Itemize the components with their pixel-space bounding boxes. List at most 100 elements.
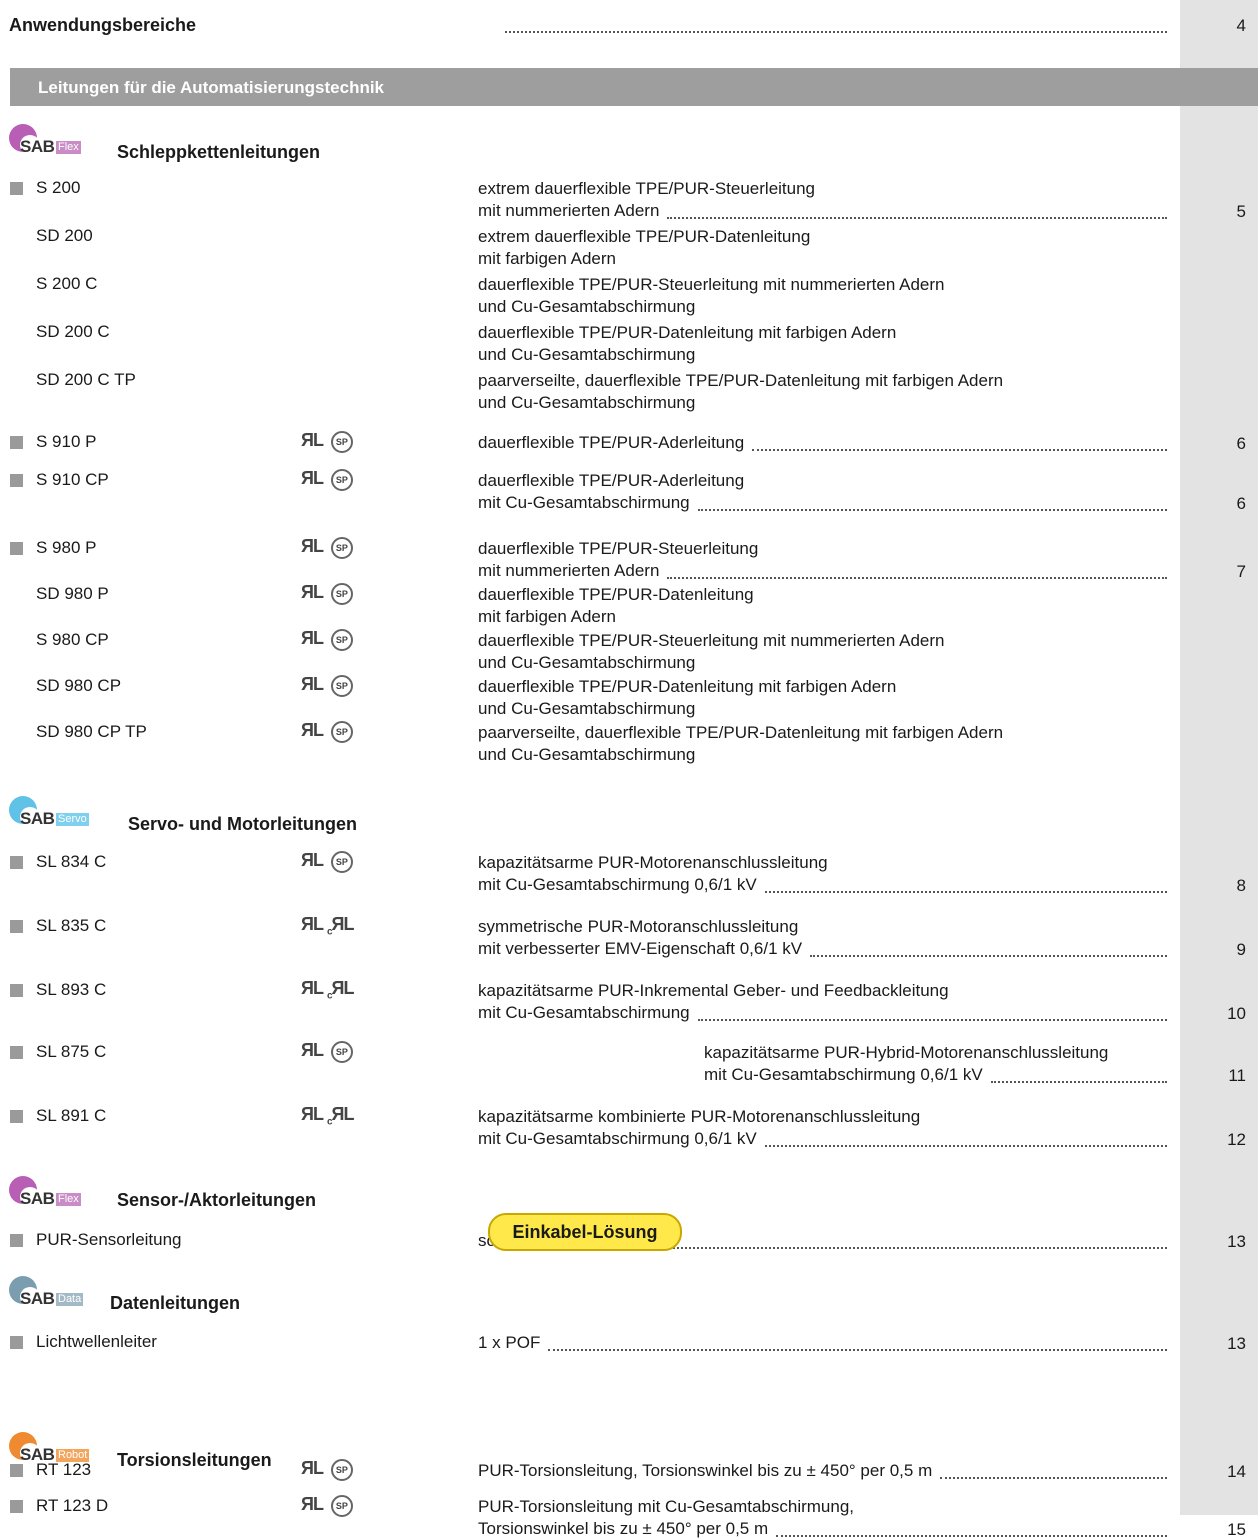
logo-text: SAB: [20, 809, 55, 828]
csa-mark-icon: SP: [330, 1459, 353, 1481]
toc-dot-leader: [752, 449, 1167, 451]
description-line: mit verbesserter EMV-Eigenschaft 0,6/1 k…: [478, 939, 803, 958]
certification-marks: ЯL SP: [301, 1458, 353, 1481]
product-code[interactable]: SD 980 CP: [36, 676, 121, 696]
page-number[interactable]: 11: [1182, 1066, 1246, 1086]
toc-dot-leader: [990, 1081, 1167, 1083]
csa-mark-icon: SP: [330, 1495, 353, 1517]
row-bullet: [10, 436, 23, 449]
toc-dot-leader: [764, 1145, 1167, 1147]
page-number[interactable]: 15: [1182, 1520, 1246, 1540]
description-line: extrem dauerflexible TPE/PUR-Steuerleitu…: [478, 179, 816, 198]
description-line: symmetrische PUR-Motoranschlussleitung: [478, 917, 799, 936]
sab-data-logo: SAB Data: [9, 1276, 119, 1310]
row-bullet: [10, 1110, 23, 1123]
ul-mark-icon: ЯL: [301, 674, 324, 694]
toc-dot-leader: [697, 1019, 1167, 1021]
csa-mark-icon: SP: [330, 851, 353, 873]
ul-mark-icon: ЯL: [301, 720, 324, 740]
description-line: mit Cu-Gesamtabschirmung 0,6/1 kV: [478, 875, 757, 894]
page-number[interactable]: 13: [1182, 1334, 1246, 1354]
product-code[interactable]: S 200 C: [36, 274, 97, 294]
description-line: und Cu-Gesamtabschirmung: [478, 297, 696, 316]
row-bullet: [10, 920, 23, 933]
certification-marks: ЯL cЯL: [301, 1104, 354, 1128]
product-code[interactable]: SL 835 C: [36, 916, 106, 936]
page-number[interactable]: 12: [1182, 1130, 1246, 1150]
page-number[interactable]: 13: [1182, 1232, 1246, 1252]
ul-mark-icon: ЯL: [301, 468, 324, 488]
logo-text: SAB: [20, 1289, 55, 1308]
page-number[interactable]: 14: [1182, 1462, 1246, 1482]
page-number[interactable]: 9: [1182, 940, 1246, 960]
page-number[interactable]: 8: [1182, 876, 1246, 896]
description-line: und Cu-Gesamtabschirmung: [478, 745, 696, 764]
ul-mark-icon: ЯL: [301, 1104, 324, 1124]
certification-marks: ЯL cЯL: [301, 978, 354, 1002]
table-of-contents: Anwendungsbereiche 4 Leitungen für die A…: [0, 0, 1258, 1539]
description-line: dauerflexible TPE/PUR-Aderleitung: [478, 433, 745, 452]
description-line: dauerflexible TPE/PUR-Steuerleitung mit …: [478, 631, 945, 650]
description-line: mit Cu-Gesamtabschirmung: [478, 493, 690, 512]
page-number[interactable]: 5: [1182, 202, 1246, 222]
product-code[interactable]: SD 200 C TP: [36, 370, 136, 390]
logo-sub: Robot: [56, 1449, 90, 1462]
row-bullet: [10, 1046, 23, 1059]
cul-mark-icon: cЯL: [326, 914, 354, 938]
csa-mark-icon: SP: [330, 431, 353, 453]
logo-text: SAB: [20, 1445, 55, 1464]
description-line: kapazitätsarme PUR-Inkremental Geber- un…: [478, 981, 949, 1000]
product-code[interactable]: SD 980 P: [36, 584, 109, 604]
description-line: mit Cu-Gesamtabschirmung: [478, 1003, 690, 1022]
toc-entry-title[interactable]: Anwendungsbereiche: [9, 14, 196, 36]
page-number[interactable]: 10: [1182, 1004, 1246, 1024]
cul-mark-icon: cЯL: [326, 978, 354, 1002]
category-title: Torsionsleitungen: [117, 1450, 272, 1470]
ul-mark-icon: ЯL: [301, 430, 324, 450]
product-code[interactable]: SL 834 C: [36, 852, 106, 872]
product-code[interactable]: S 910 CP: [36, 470, 109, 490]
row-bullet: [10, 1234, 23, 1247]
page-number[interactable]: 6: [1182, 434, 1246, 454]
page-number[interactable]: 6: [1182, 494, 1246, 514]
toc-dot-leader: [776, 1535, 1167, 1537]
ul-mark-icon: ЯL: [301, 582, 324, 602]
toc-entry-page: 4: [1236, 16, 1246, 35]
description-line: und Cu-Gesamtabschirmung: [478, 393, 696, 412]
description-line: extrem dauerflexible TPE/PUR-Datenleitun…: [478, 227, 811, 246]
product-code[interactable]: RT 123 D: [36, 1496, 108, 1516]
description-line: paarverseilte, dauerflexible TPE/PUR-Dat…: [478, 723, 1004, 742]
product-code[interactable]: SD 980 CP TP: [36, 722, 147, 742]
certification-marks: ЯL SP: [301, 468, 353, 491]
toc-dot-leader: [667, 217, 1167, 219]
product-code[interactable]: SL 875 C: [36, 1042, 106, 1062]
description-line: mit farbigen Adern: [478, 249, 616, 268]
category-title: Sensor-/Aktorleitungen: [117, 1190, 317, 1210]
toc-dot-leader: [697, 509, 1167, 511]
product-code[interactable]: SL 891 C: [36, 1106, 106, 1126]
product-code[interactable]: PUR-Sensorleitung: [36, 1230, 182, 1250]
product-code[interactable]: S 980 P: [36, 538, 97, 558]
product-code[interactable]: S 200: [36, 178, 80, 198]
row-bullet: [10, 1500, 23, 1513]
ul-mark-icon: ЯL: [301, 1458, 324, 1478]
description-line: mit Cu-Gesamtabschirmung 0,6/1 kV: [704, 1065, 983, 1084]
page-number[interactable]: 7: [1182, 562, 1246, 582]
product-code[interactable]: SD 200 C: [36, 322, 110, 342]
description-line: dauerflexible TPE/PUR-Steuerleitung mit …: [478, 275, 945, 294]
toc-dot-leader: [810, 955, 1167, 957]
ul-mark-icon: ЯL: [301, 850, 324, 870]
logo-text: SAB: [20, 1189, 55, 1208]
product-code[interactable]: SD 200: [36, 226, 93, 246]
toc-dot-leader: [505, 31, 1167, 33]
description-line: kapazitätsarme PUR-Motorenanschlussleitu…: [478, 853, 828, 872]
product-code[interactable]: S 980 CP: [36, 630, 109, 650]
csa-mark-icon: SP: [330, 675, 353, 697]
logo-sub: Flex: [56, 1193, 81, 1206]
certification-marks: ЯL SP: [301, 720, 353, 743]
description-line: dauerflexible TPE/PUR-Aderleitung: [478, 471, 745, 490]
product-code[interactable]: S 910 P: [36, 432, 97, 452]
product-code[interactable]: Lichtwellenleiter: [36, 1332, 157, 1352]
row-bullet: [10, 856, 23, 869]
product-code[interactable]: SL 893 C: [36, 980, 106, 1000]
